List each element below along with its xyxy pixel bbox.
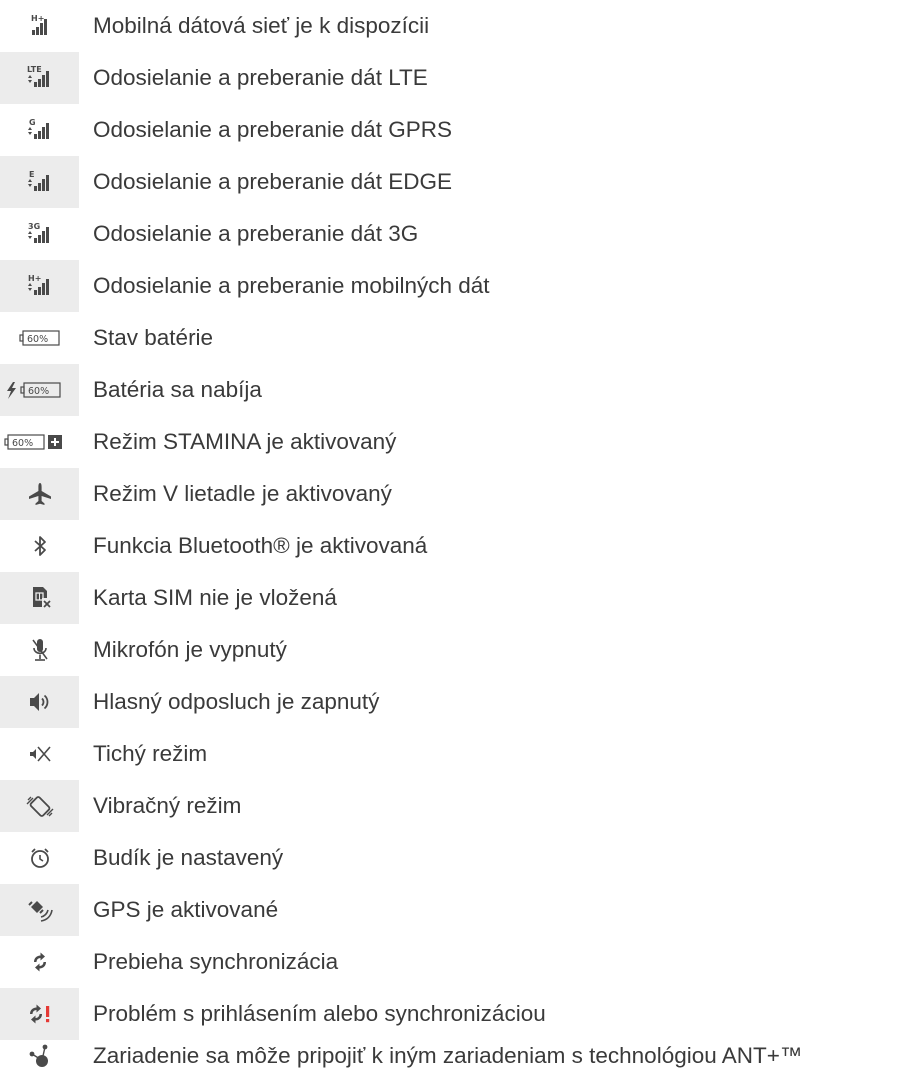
svg-text:LTE: LTE	[27, 65, 42, 74]
svg-text:H+: H+	[28, 274, 41, 283]
item-label: Prebieha synchronizácia	[93, 949, 339, 974]
airplane-mode-icon	[0, 468, 79, 520]
signal-3g-transfer-icon: 3G	[0, 208, 79, 260]
battery-status-icon: 60%	[0, 312, 79, 364]
svg-text:60%: 60%	[28, 386, 49, 397]
bluetooth-icon	[0, 520, 79, 572]
list-item: Karta SIM nie je vložená	[0, 572, 904, 624]
list-item: H+ Odosielanie a preberanie mobilných dá…	[0, 260, 904, 312]
signal-edge-transfer-icon: E	[0, 156, 79, 208]
list-item: 60% Stav batérie	[0, 312, 904, 364]
vibrate-mode-icon	[0, 780, 79, 832]
svg-text:60%: 60%	[27, 334, 48, 345]
list-item: E Odosielanie a preberanie dát EDGE	[0, 156, 904, 208]
list-item: Hlasný odposluch je zapnutý	[0, 676, 904, 728]
item-label: Mikrofón je vypnutý	[93, 637, 287, 662]
list-item: Budík je nastavený	[0, 832, 904, 884]
list-item: Problém s prihlásením alebo synchronizác…	[0, 988, 904, 1040]
list-item: Prebieha synchronizácia	[0, 936, 904, 988]
item-label: Vibračný režim	[93, 793, 242, 818]
sync-icon	[0, 936, 79, 988]
signal-h-plus-icon: H+	[0, 0, 79, 52]
svg-text:3G: 3G	[28, 222, 40, 231]
item-label: Stav batérie	[93, 325, 214, 350]
alarm-clock-icon	[0, 832, 79, 884]
list-item: LTE Odosielanie a preberanie dát LTE	[0, 52, 904, 104]
status-icon-list: H+ Mobilná dátová sieť je k dispozícii L…	[0, 0, 904, 1072]
speakerphone-icon	[0, 676, 79, 728]
item-label: Odosielanie a preberanie mobilných dát	[93, 273, 490, 298]
list-item: Režim V lietadle je aktivovaný	[0, 468, 904, 520]
list-item: Mikrofón je vypnutý	[0, 624, 904, 676]
svg-text:G: G	[29, 118, 36, 127]
item-label: Mobilná dátová sieť je k dispozícii	[93, 13, 430, 38]
signal-gprs-transfer-icon: G	[0, 104, 79, 156]
list-item: Funkcia Bluetooth® je aktivovaná	[0, 520, 904, 572]
item-label: Režim STAMINA je aktivovaný	[93, 429, 397, 454]
item-label: Batéria sa nabíja	[93, 377, 262, 402]
list-item: Tichý režim	[0, 728, 904, 780]
svg-text:E: E	[29, 170, 34, 179]
item-label: Funkcia Bluetooth® je aktivovaná	[93, 533, 428, 558]
sync-error-icon	[0, 988, 79, 1040]
svg-text:H+: H+	[31, 14, 44, 23]
item-label: Tichý režim	[93, 741, 208, 766]
gps-icon	[0, 884, 79, 936]
list-item: 3G Odosielanie a preberanie dát 3G	[0, 208, 904, 260]
battery-charging-icon: 60%	[0, 364, 79, 416]
item-label: Režim V lietadle je aktivovaný	[93, 481, 392, 506]
item-label: Problém s prihlásením alebo synchronizác…	[93, 1001, 546, 1026]
item-label: GPS je aktivované	[93, 897, 279, 922]
item-label: Budík je nastavený	[93, 845, 284, 870]
list-item: 60% Režim STAMINA je aktivovaný	[0, 416, 904, 468]
list-item: 60% Batéria sa nabíja	[0, 364, 904, 416]
svg-text:60%: 60%	[12, 438, 33, 449]
item-label: Karta SIM nie je vložená	[93, 585, 337, 610]
item-label: Odosielanie a preberanie dát LTE	[93, 65, 428, 90]
stamina-mode-icon: 60%	[0, 416, 79, 468]
item-label: Odosielanie a preberanie dát GPRS	[93, 117, 452, 142]
signal-h-plus-transfer-icon: H+	[0, 260, 79, 312]
item-label: Odosielanie a preberanie dát 3G	[93, 221, 419, 246]
no-sim-card-icon	[0, 572, 79, 624]
list-item: G Odosielanie a preberanie dát GPRS	[0, 104, 904, 156]
microphone-muted-icon	[0, 624, 79, 676]
item-label: Zariadenie sa môže pripojiť k iným zaria…	[93, 1043, 803, 1068]
list-item: Vibračný režim	[0, 780, 904, 832]
list-item: GPS je aktivované	[0, 884, 904, 936]
item-label: Odosielanie a preberanie dát EDGE	[93, 169, 452, 194]
list-item: H+ Mobilná dátová sieť je k dispozícii	[0, 0, 904, 52]
item-label: Hlasný odposluch je zapnutý	[93, 689, 380, 714]
signal-lte-transfer-icon: LTE	[0, 52, 79, 104]
list-item: Zariadenie sa môže pripojiť k iným zaria…	[0, 1040, 904, 1072]
silent-mode-icon	[0, 728, 79, 780]
ant-plus-icon	[0, 1040, 79, 1072]
